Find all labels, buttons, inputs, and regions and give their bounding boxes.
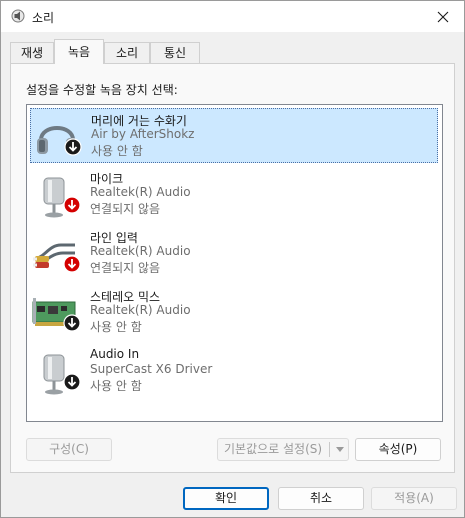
device-status: 사용 안 함 [91,144,143,158]
tab-sounds[interactable]: 소리 [104,42,150,63]
set-default-label: 기본값으로 설정(S) [224,442,323,456]
sound-dialog: 소리 재생 녹음 소리 통신 설정을 수정할 녹음 장치 선택: 머리에 거는 … [0,0,465,518]
down-arrow-badge-icon [64,138,82,156]
device-item-microphone[interactable]: 마이크 Realtek(R) Audio 연결되지 않음 [30,167,438,222]
close-icon [437,11,449,22]
device-item-line-in[interactable]: 라인 입력 Realtek(R) Audio 연결되지 않음 [30,226,438,281]
speaker-icon [11,9,25,23]
device-status: 연결되지 않음 [90,202,161,216]
device-driver: Realtek(R) Audio [90,303,191,317]
device-status: 사용 안 함 [90,320,142,334]
configure-button[interactable]: 구성(C) [26,438,112,461]
close-button[interactable] [422,1,464,32]
apply-button[interactable]: 적용(A) [371,487,457,510]
recording-tab-panel: 설정을 수정할 녹음 장치 선택: 머리에 거는 수화기 Air by Afte… [10,63,455,473]
recording-device-list[interactable]: 머리에 거는 수화기 Air by AfterShokz 사용 안 함 마이크 … [26,104,443,422]
device-item-audio-in[interactable]: Audio In SuperCast X6 Driver 사용 안 함 [30,344,438,399]
cancel-button[interactable]: 취소 [278,487,364,510]
window-title: 소리 [32,11,55,25]
device-driver: Realtek(R) Audio [90,185,191,199]
set-default-split-button[interactable]: 기본값으로 설정(S) [217,438,349,461]
ok-button[interactable]: 확인 [183,487,269,510]
device-item-headset[interactable]: 머리에 거는 수화기 Air by AfterShokz 사용 안 함 [30,108,438,163]
tab-recording[interactable]: 녹음 [54,39,104,64]
device-driver: SuperCast X6 Driver [90,362,213,376]
tab-playback[interactable]: 재생 [10,42,54,63]
device-status: 사용 안 함 [90,379,142,393]
split-divider [329,442,330,457]
device-driver: Air by AfterShokz [91,127,195,141]
down-arrow-badge-icon [63,373,81,391]
chevron-down-icon[interactable] [336,439,346,460]
device-item-stereo-mix[interactable]: 스테레오 믹스 Realtek(R) Audio 사용 안 함 [30,285,438,340]
title-bar: 소리 [1,1,464,32]
red-down-arrow-badge-icon [63,196,81,214]
properties-button[interactable]: 속성(P) [355,438,441,461]
red-down-arrow-badge-icon [63,255,81,273]
device-name: Audio In [90,347,140,361]
instruction-label: 설정을 수정할 녹음 장치 선택: [26,83,178,97]
device-status: 연결되지 않음 [90,261,161,275]
down-arrow-badge-icon [63,314,81,332]
tab-communications[interactable]: 통신 [150,42,200,63]
device-driver: Realtek(R) Audio [90,244,191,258]
